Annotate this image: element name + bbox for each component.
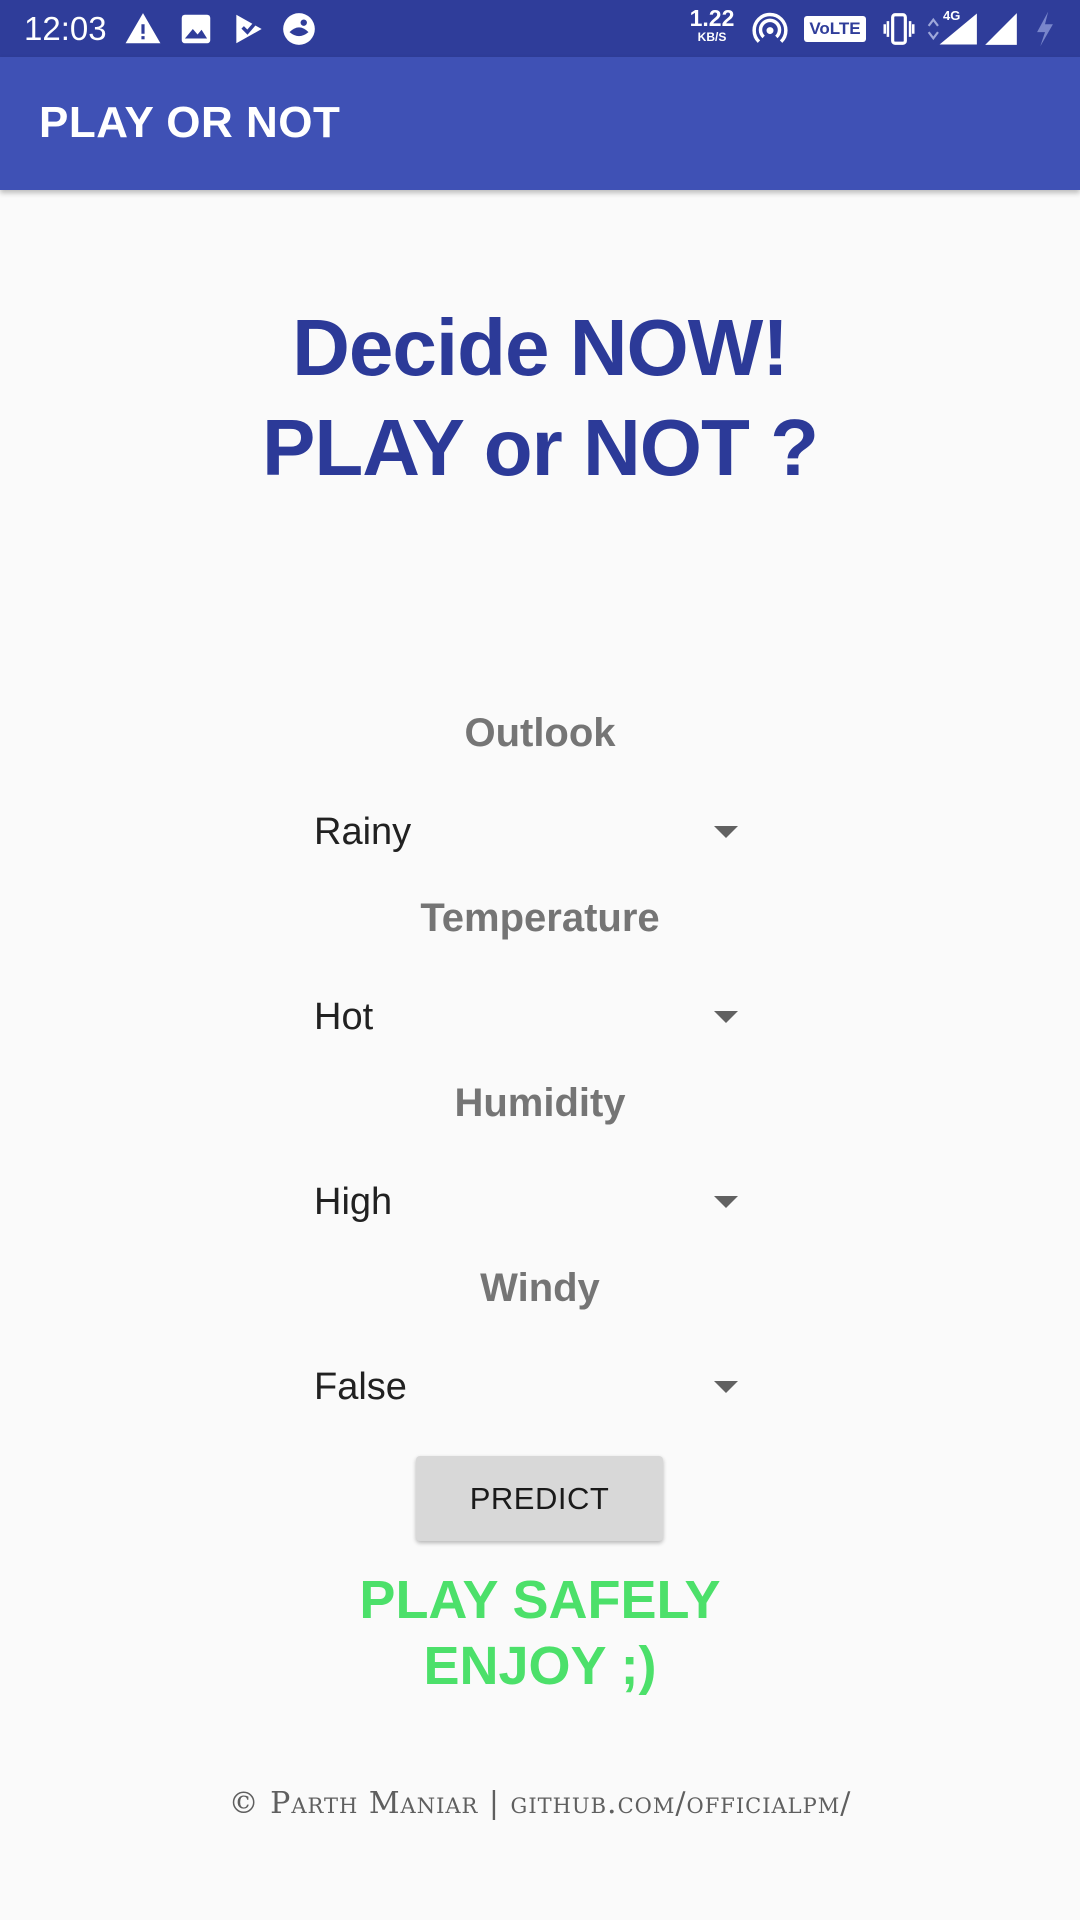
- warning-icon: [124, 10, 162, 48]
- humidity-label: Humidity: [454, 1081, 626, 1125]
- dropdown-arrow-icon: [714, 1011, 738, 1023]
- humidity-dropdown[interactable]: High: [300, 1162, 750, 1242]
- predict-button[interactable]: PREDICT: [416, 1456, 663, 1541]
- dropdown-arrow-icon: [714, 1381, 738, 1393]
- signal-icon: [982, 10, 1020, 48]
- outlook-label: Outlook: [464, 711, 616, 755]
- temperature-dropdown[interactable]: Hot: [300, 977, 750, 1057]
- volte-icon: VoLTE: [804, 16, 866, 42]
- status-bar: 12:03 1.22 KB/S VoLTE 4G: [0, 0, 1080, 57]
- status-time: 12:03: [24, 10, 107, 47]
- windy-label: Windy: [480, 1266, 600, 1310]
- network-speed-value: 1.22: [689, 5, 735, 31]
- app-bar: PLAY OR NOT: [0, 57, 1080, 190]
- battery-charging-icon: [1030, 10, 1060, 48]
- prediction-result: PLAY SAFELY ENJOY ;): [0, 1567, 1080, 1699]
- signal-4g-icon: 4G: [924, 8, 980, 48]
- vibrate-icon: [880, 10, 918, 48]
- outlook-dropdown[interactable]: Rainy: [300, 792, 750, 872]
- headline-line-1: Decide NOW!: [292, 303, 789, 392]
- play-store-icon: [230, 10, 268, 48]
- temperature-value: Hot: [314, 996, 374, 1038]
- windy-dropdown[interactable]: False: [300, 1347, 750, 1427]
- result-line-1: PLAY SAFELY: [359, 1570, 721, 1630]
- app-icon: [280, 10, 318, 48]
- network-type-label: 4G: [943, 8, 961, 23]
- temperature-label: Temperature: [420, 896, 660, 940]
- network-speed: 1.22 KB/S: [684, 6, 740, 44]
- headline-line-2: PLAY or NOT ?: [262, 403, 819, 492]
- outlook-value: Rainy: [314, 811, 412, 853]
- humidity-value: High: [314, 1181, 393, 1223]
- footer-credit: © Parth Maniar | github.com/officialpm/: [228, 1786, 852, 1821]
- network-speed-unit: KB/S: [697, 30, 727, 44]
- page-headline: Decide NOW! PLAY or NOT ?: [0, 298, 1080, 498]
- hotspot-icon: [751, 10, 789, 48]
- dropdown-arrow-icon: [714, 826, 738, 838]
- windy-value: False: [314, 1366, 407, 1408]
- result-line-2: ENJOY ;): [423, 1636, 657, 1696]
- dropdown-arrow-icon: [714, 1196, 738, 1208]
- image-icon: [177, 10, 215, 48]
- app-title: PLAY OR NOT: [39, 98, 341, 147]
